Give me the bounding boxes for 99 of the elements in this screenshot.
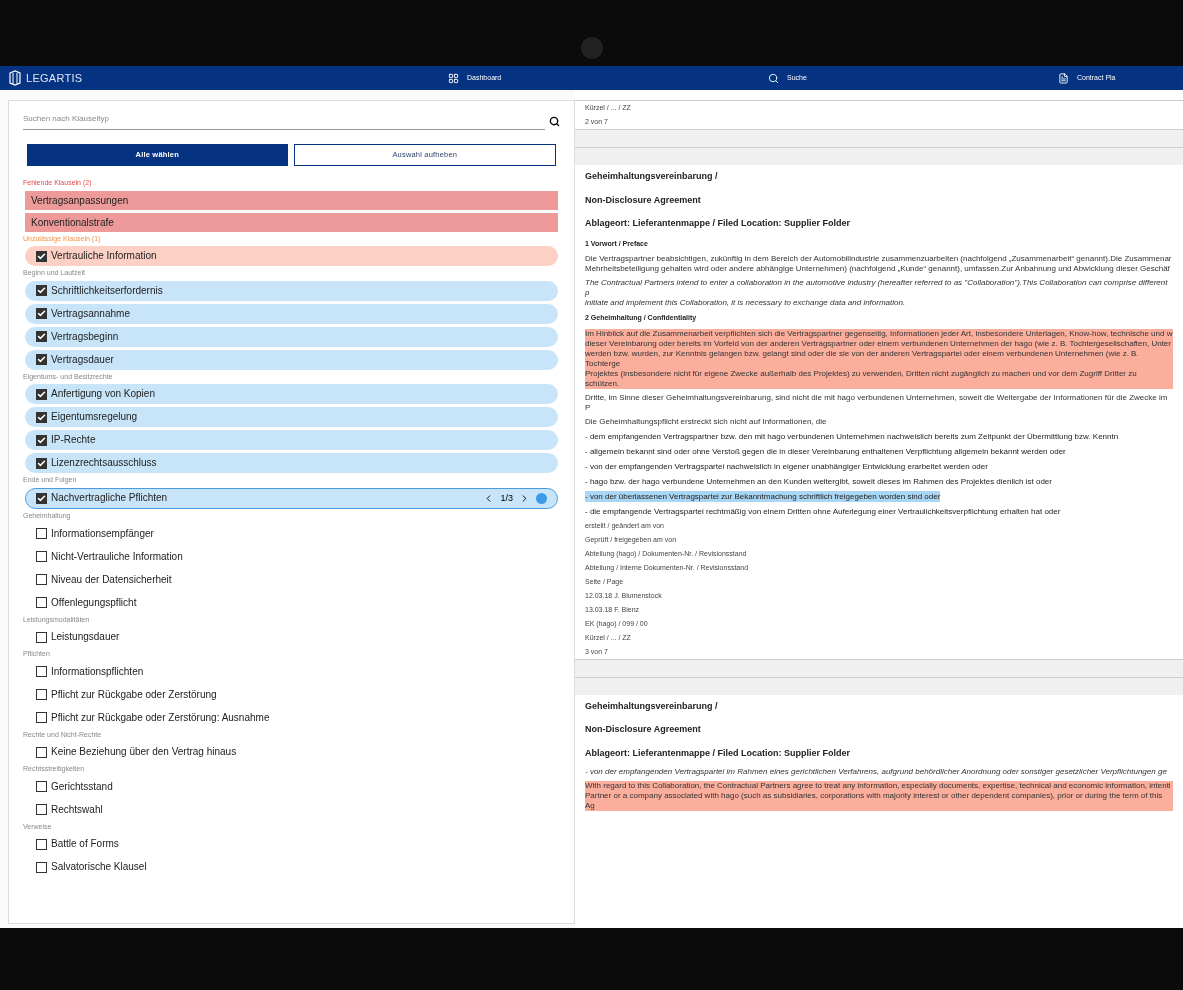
checkbox[interactable] — [36, 331, 47, 342]
clause-label: Informationsempfänger — [51, 527, 154, 540]
checkbox[interactable] — [36, 457, 47, 469]
clause-item[interactable]: Lizenzrechtsausschluss — [25, 453, 558, 473]
document-title: Geheimhaltungsvereinbarung / — [584, 170, 719, 183]
clause-item[interactable]: Vertragsdauer — [25, 349, 558, 370]
clause-item[interactable]: Eigentumsregelung — [25, 407, 558, 427]
logo-text: LEGARTIS — [26, 70, 83, 86]
clause-item[interactable]: Keine Beziehung über den Vertrag hinaus — [25, 742, 558, 762]
checkbox[interactable] — [36, 838, 47, 850]
clause-label: Gerichtsstand — [51, 780, 113, 793]
clause-label: Battle of Forms — [51, 838, 119, 850]
clause-item[interactable]: Rechtswahl — [25, 799, 558, 820]
paragraph: Die Geheimhaltungspflicht erstreckt sich nicht auf Informationen, die — [585, 416, 828, 427]
checkbox[interactable] — [36, 434, 47, 446]
document-title: Ablageort: Lieferantenmappe / Filed Location: Supplier Folder — [584, 217, 852, 230]
clause-item[interactable]: Schriftlichkeitserfordernis — [25, 280, 558, 301]
paragraph: Die Vertragspartner beabsichtigen, zukünftig in dem Bereich der Automobilindustrie zusammenzuarbeiten (nachfolgend „Zusammenarbeit“ genannt).Die Zusammenar Mehrheitsbeteiligung gehalten wird oder andere abhängige Unternehmen) (nachfolgend „Kunde“ genannt), umfassen.Zur Anbahnung und Abwicklung dieser Geschäf — [585, 254, 1173, 274]
clause-item[interactable]: Nicht-Vertrauliche Information — [25, 546, 558, 567]
checkbox[interactable] — [36, 574, 47, 585]
document-title: Ablageort: Lieferantenmappe / Filed Location: Supplier Folder — [584, 746, 852, 760]
checkbox[interactable] — [36, 712, 47, 723]
clause-item[interactable]: Anfertigung von Kopien — [25, 384, 558, 404]
clause-item[interactable]: Salvatorische Klausel — [25, 857, 558, 877]
checkbox[interactable] — [36, 388, 47, 400]
clause-label: Vertragsannahme — [51, 307, 130, 320]
clause-label: Lizenzrechtsausschluss — [51, 457, 157, 469]
clause-item[interactable]: Vertrauliche Information — [25, 246, 558, 266]
clause-item[interactable]: Niveau der Datensicherheit — [25, 569, 558, 590]
clause-label: Schriftlichkeitserfordernis — [51, 284, 163, 297]
document-title: Non-Disclosure Agreement — [584, 723, 702, 736]
clause-label: Pflicht zur Rückgabe oder Zerstörung: Ausnahme — [51, 711, 270, 724]
document-icon — [1058, 72, 1069, 84]
clause-item[interactable]: Nachvertragliche Pflichten 1/3 — [25, 487, 558, 509]
clause-label: Offenlegungspflicht — [51, 596, 137, 609]
clause-item[interactable]: Vertragsannahme — [25, 303, 558, 324]
list-item: - dem empfangenden Vertragspartner bzw. den mit hago verbundenen Unternehmen nachweislich bereits zum Zeitpunkt der Übermittlung bzw. Kenntn — [585, 430, 1119, 442]
clause-item[interactable]: Battle of Forms — [25, 834, 558, 854]
list-item: - die empfangende Vertragspartei rechtmäßig von einem Dritten ohne Auferlegung einer Vertraulichkeitsverpflichtung erhalten hat oder — [585, 505, 1061, 517]
clause-item[interactable]: Informationsempfänger — [25, 523, 558, 544]
highlighted-paragraph: Im Hinblick auf die Zusammenarbeit verpflichten sich die Vertragspartner gegenseitig, Informationen jeder Art, insbesondere Unterlagen, Know-how, technische und w dieser Vereinbarung oder bereits im Vorfeld von der anderen Vertragspartner oder einem verbundenen Unternehmen der hago (wie z. B. Tochtergesellschaften, Unter werden bzw. wurden, zur Kenntnis gelangen bzw. gelangt sind oder die sie von der anderen Vertragspartei oder einem verbundenen Unternehmen (wie z. B. Tochterge Projektes (insbesondere nicht für eigene Zwecke außerhalb des Projektes) zu verwenden, Dritten nicht zugänglich zu machen und vor dem Zugriff Dritter zu schützen. — [585, 328, 1173, 389]
checkbox[interactable] — [36, 551, 47, 562]
clause-label: Keine Beziehung über den Vertrag hinaus — [51, 746, 237, 758]
search-icon — [768, 72, 779, 84]
checkbox[interactable] — [36, 250, 47, 262]
clause-label: Vertragsdauer — [51, 353, 114, 366]
checkbox[interactable] — [36, 411, 47, 423]
search-field[interactable]: Suchen nach Klauseltyp — [23, 113, 545, 130]
paragraph: The Contractual Partners intend to enter a collaboration in the automotive industry (hereafter referred to as "Collaboration").This Collaboration can comprise different p initiate and implement this Collaboration, it is necessary to exchange data and information. — [585, 278, 1169, 308]
list-item: - von der empfangenden Vertragspartei nachweislich in eigener unabhängiger Entwicklung erarbeitet werden oder — [585, 460, 988, 472]
highlighted-list-item: - von der überlassenen Vertragspartei zur Bekanntmachung schriftlich freigegeben worden sind oder — [585, 490, 941, 502]
clause-label: Informationspflichten — [51, 665, 144, 678]
checkbox[interactable] — [36, 492, 47, 504]
clause-label: Eigentumsregelung — [51, 411, 138, 423]
clause-item[interactable]: Offenlegungspflicht — [25, 592, 558, 613]
dashboard-icon — [448, 72, 459, 84]
checkbox[interactable] — [36, 781, 47, 792]
list-item: - hago bzw. der hago verbundene Unternehmen an den Kunden weitergibt, soweit dieses im Rahmen des Projektes dienlich ist oder — [585, 475, 1052, 487]
checkbox[interactable] — [36, 746, 47, 758]
document-title: Geheimhaltungsvereinbarung / — [584, 699, 719, 713]
clause-item[interactable]: Leistungsdauer — [25, 627, 558, 647]
clause-label: Nachvertragliche Pflichten — [51, 492, 168, 505]
clause-label: Pflicht zur Rückgabe oder Zerstörung — [51, 688, 217, 701]
checkbox[interactable] — [36, 804, 47, 815]
clause-item[interactable]: Pflicht zur Rückgabe oder Zerstörung: Ausnahme — [25, 707, 558, 728]
clause-label: Salvatorische Klausel — [51, 861, 147, 873]
checkbox[interactable] — [36, 631, 47, 643]
match-counter: 1/3 — [500, 491, 513, 505]
checkbox[interactable] — [36, 285, 47, 296]
paragraph: - von der empfangenden Vertragspartei im Rahmen eines gerichtlichen Verfahrens, aufgrund behördlicher Anordnung oder sonstiger gesetzlicher Verpflichtungen ge — [585, 767, 1168, 777]
checkbox[interactable] — [36, 861, 47, 873]
clause-label: Nicht-Vertrauliche Information — [51, 550, 183, 563]
highlighted-paragraph: With regard to this Collaboration, the Contractual Partners agree to treat any information, especially documents, expertise, technical and economic information, intenti Partner or a company associated with hago (such as subsidiaries, corporations with majority interest or other dependent companies), prior or during the term of this Ag — [585, 781, 1173, 811]
clause-item[interactable]: Gerichtsstand — [25, 776, 558, 797]
checkbox[interactable] — [36, 308, 47, 319]
clause-label: Leistungsdauer — [51, 631, 120, 643]
clause-item[interactable]: Vertragsbeginn — [25, 326, 558, 347]
missing-clause[interactable]: Konventionalstrafe — [25, 212, 558, 232]
clause-label: Rechtswahl — [51, 803, 103, 816]
checkbox[interactable] — [36, 689, 47, 700]
clause-item[interactable]: IP-Rechte — [25, 430, 558, 450]
document-title: Non-Disclosure Agreement — [584, 193, 702, 207]
checkbox[interactable] — [36, 528, 47, 539]
search-icon — [549, 116, 560, 127]
checkbox[interactable] — [36, 666, 47, 677]
clause-label: Anfertigung von Kopien — [51, 388, 155, 400]
camera-icon — [580, 37, 603, 59]
clause-label: Niveau der Datensicherheit — [51, 573, 172, 586]
paragraph: Dritte, im Sinne dieser Geheimhaltungsvereinbarung, sind nicht die mit hago verbundenen Unternehmen, soweit die Weitergabe der Informationen für die Zwecke im P — [585, 392, 1169, 413]
clause-item[interactable]: Informationspflichten — [25, 661, 558, 682]
checkbox[interactable] — [36, 597, 47, 608]
missing-clause[interactable]: Vertragsanpassungen — [25, 190, 558, 210]
clause-item[interactable]: Pflicht zur Rückgabe oder Zerstörung — [25, 684, 558, 705]
checkbox[interactable] — [36, 354, 47, 365]
logo-icon — [8, 70, 22, 86]
list-item: - allgemein bekannt sind oder ohne Verstoß gegen die in dieser Vereinbarung enthaltenen Verpflichtung allgemein bekannt werden oder — [585, 445, 1066, 457]
clause-label: Vertrauliche Information — [51, 250, 157, 262]
clause-label: IP-Rechte — [51, 434, 96, 446]
clause-label: Vertragsbeginn — [51, 330, 119, 343]
